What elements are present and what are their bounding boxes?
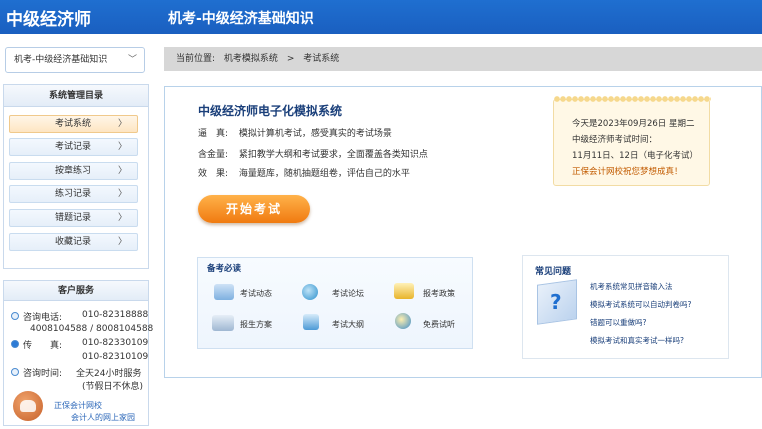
notice-today: 今天是2023年09月26日 星期二 xyxy=(572,119,695,129)
notice-exam-dates: 11月11日、12日（电子化考试） xyxy=(572,151,698,161)
menu-item-label: 收藏记录 xyxy=(55,237,92,247)
breadcrumb-item-exam-system: 考试系统 xyxy=(303,54,340,64)
subject-select[interactable]: 机考-中级经济基础知识 ﹀ xyxy=(5,47,145,73)
plan-icon xyxy=(212,315,234,331)
menu-item-wrong-records[interactable]: 错题记录 〉 xyxy=(9,209,138,227)
feature-key: 逼 真: xyxy=(198,129,229,139)
chevron-down-icon: ﹀ xyxy=(127,55,137,65)
chevron-right-icon: 〉 xyxy=(117,166,127,176)
main-panel: 中级经济师电子化模拟系统 逼 真: 模拟计算机考试，感受真实的考试场景 含金量:… xyxy=(164,86,762,378)
prep-link-forum[interactable]: 考试论坛 xyxy=(332,288,364,299)
menu-item-label: 考试系统 xyxy=(55,119,92,129)
phone-number-1: 010-82318888 xyxy=(82,310,149,320)
chevron-right-icon: 〉 xyxy=(117,213,127,223)
menu-item-chapter-practice[interactable]: 按章练习 〉 xyxy=(9,162,138,180)
menu-item-label: 考试记录 xyxy=(55,142,92,152)
chevron-right-icon: 〉 xyxy=(117,237,127,247)
news-icon xyxy=(214,284,234,300)
menu-item-label: 按章练习 xyxy=(55,166,92,176)
prep-link-news[interactable]: 考试动态 xyxy=(240,288,272,299)
hours-text-2: (节假日不休息) xyxy=(82,382,144,392)
faq-item[interactable]: 错题可以重做吗? xyxy=(590,317,646,328)
site-logo[interactable]: 中级经济师 xyxy=(6,5,91,30)
exam-date-notice: 今天是2023年09月26日 星期二 中级经济师考试时间： 11月11日、12日… xyxy=(553,96,711,186)
service-title: 客户服务 xyxy=(4,281,148,301)
start-exam-button[interactable]: 开始考试 xyxy=(198,195,310,223)
faq-title: 常见问题 xyxy=(535,267,572,277)
faq-item[interactable]: 模拟考试系统可以自动判卷吗? xyxy=(590,299,691,310)
policy-icon xyxy=(394,283,414,299)
phone-icon xyxy=(11,312,19,320)
notice-exam-time-label: 中级经济师考试时间： xyxy=(572,135,658,145)
question-mark-icon: ? xyxy=(550,290,562,314)
breadcrumb-item-mock-system[interactable]: 机考模拟系统 xyxy=(224,54,278,64)
customer-service-panel: 客户服务 咨询电话: 010-82318888 4008104588 / 800… xyxy=(3,280,153,426)
prep-link-plan[interactable]: 报生方案 xyxy=(240,319,272,330)
menu-item-exam-system[interactable]: 考试系统 〉 xyxy=(9,115,138,133)
chevron-right-icon: 〉 xyxy=(117,142,127,152)
menu-item-practice-records[interactable]: 练习记录 〉 xyxy=(9,185,138,203)
menu-item-label: 练习记录 xyxy=(55,189,92,199)
notice-decoration xyxy=(554,96,711,102)
faq-item[interactable]: 模拟考试和真实考试一样吗? xyxy=(590,335,684,346)
system-menu: 系统管理目录 考试系统 〉 考试记录 〉 按章练习 〉 练习记录 〉 错题记录 … xyxy=(3,84,149,269)
clock-icon xyxy=(11,368,19,376)
prep-link-policy[interactable]: 报考政策 xyxy=(423,288,455,299)
chevron-right-icon: 〉 xyxy=(117,119,127,129)
feature-text: 模拟计算机考试，感受真实的考试场景 xyxy=(238,129,392,139)
feature-effect: 效 果: 海量题库，随机抽题组卷，评估自己的水平 xyxy=(198,166,410,179)
feature-text: 海量题库，随机抽题组卷，评估自己的水平 xyxy=(238,169,410,179)
feature-text: 紧扣教学大纲和考试要求，全面覆盖各类知识点 xyxy=(238,150,428,160)
feature-value: 含金量: 紧扣教学大纲和考试要求，全面覆盖各类知识点 xyxy=(198,147,428,160)
fax-number-2: 010-82310109 xyxy=(82,352,149,362)
breadcrumb-prefix: 当前位置: xyxy=(176,54,216,64)
syllabus-icon xyxy=(303,314,319,330)
home-link[interactable]: 会计人的网上家园 xyxy=(71,412,135,423)
feature-key: 含金量: xyxy=(198,150,229,160)
page-title: 机考-中级经济基础知识 xyxy=(168,11,314,27)
notice-wish: 正保会计网校祝您梦想成真！ xyxy=(572,167,683,177)
fax-icon xyxy=(11,340,19,348)
hours-text-1: 全天24小时服务 xyxy=(76,369,142,379)
prep-title: 备考必读 xyxy=(207,264,242,274)
prep-link-audition[interactable]: 免费试听 xyxy=(423,319,455,330)
menu-item-label: 错题记录 xyxy=(55,213,92,223)
top-banner: 中级经济师 机考-中级经济基础知识 xyxy=(0,0,762,34)
menu-item-favorite-records[interactable]: 收藏记录 〉 xyxy=(9,233,138,251)
fax-number-1: 010-82330109 xyxy=(82,338,149,348)
prep-reading-panel: 备考必读 考试动态 考试论坛 报考政策 报生方案 考试大纲 免费试听 xyxy=(197,257,473,349)
service-avatar-icon xyxy=(13,391,43,421)
breadcrumb: 当前位置: 机考模拟系统 > 考试系统 xyxy=(164,47,762,71)
system-title: 中级经济师电子化模拟系统 xyxy=(198,104,343,118)
feature-realistic: 逼 真: 模拟计算机考试，感受真实的考试场景 xyxy=(198,126,392,139)
audition-icon xyxy=(395,313,411,329)
subject-select-value: 机考-中级经济基础知识 xyxy=(14,55,108,65)
fax-label: 传 真: xyxy=(23,341,63,351)
hours-label: 咨询时间: xyxy=(23,369,63,379)
phone-number-2: 4008104588 / 8008104588 xyxy=(30,324,154,334)
school-link[interactable]: 正保会计网校 xyxy=(54,400,102,411)
faq-item[interactable]: 机考系统常见拼音输入法 xyxy=(590,281,673,292)
breadcrumb-separator: > xyxy=(286,54,295,64)
faq-panel: 常见问题 ? 机考系统常见拼音输入法 模拟考试系统可以自动判卷吗? 错题可以重做… xyxy=(522,255,729,359)
menu-title: 系统管理目录 xyxy=(4,85,148,107)
forum-icon xyxy=(302,284,318,300)
prep-link-syllabus[interactable]: 考试大纲 xyxy=(332,319,364,330)
feature-key: 效 果: xyxy=(198,169,229,179)
phone-label: 咨询电话: xyxy=(23,313,63,323)
menu-item-exam-records[interactable]: 考试记录 〉 xyxy=(9,138,138,156)
chevron-right-icon: 〉 xyxy=(117,189,127,199)
